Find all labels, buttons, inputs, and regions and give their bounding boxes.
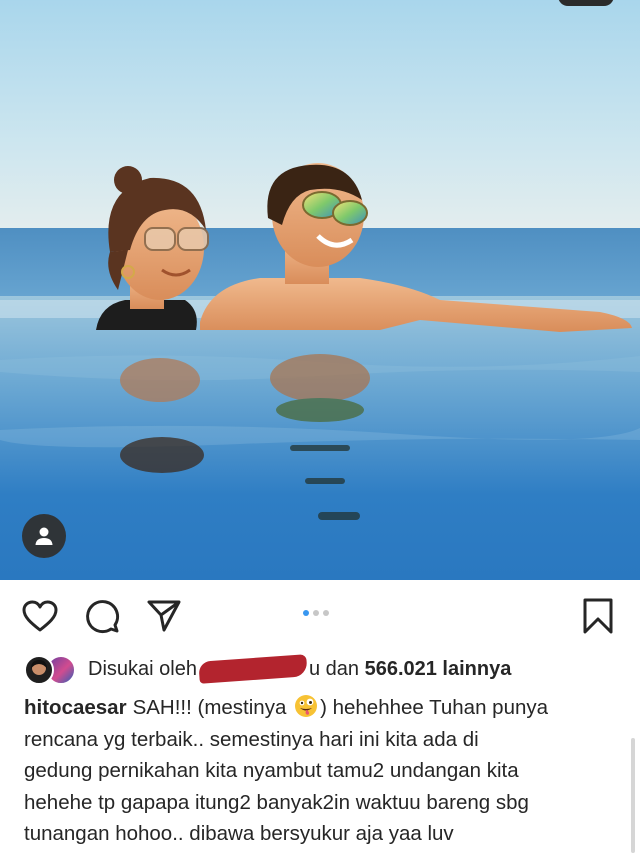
like-button[interactable] [20, 596, 60, 636]
scrollbar[interactable] [631, 738, 635, 853]
liker-name-tail: u [308, 657, 321, 680]
carousel-dot [313, 610, 319, 616]
save-button[interactable] [578, 596, 618, 636]
tag-people-icon [35, 527, 53, 545]
status-pill [558, 0, 614, 6]
likes-count[interactable]: 566.021 lainnya [365, 658, 512, 681]
send-icon [147, 600, 181, 632]
likes-summary[interactable]: Disukai oleh u dan 566.021 lainnya [24, 652, 511, 686]
caption-text: ) hehehhee Tuhan punya [320, 696, 549, 719]
caption-line: gedung pernikahan kita nyambut tamu2 und… [24, 759, 519, 783]
likes-conjunction: dan [325, 657, 360, 680]
caption-username[interactable]: hitocaesar [24, 696, 127, 719]
post-photo[interactable] [0, 0, 640, 580]
pool-couple-photo [0, 0, 640, 580]
likes-prefix: Disukai oleh [88, 657, 197, 680]
post-action-bar [0, 580, 640, 648]
redacted-username [198, 654, 308, 684]
tag-people-button[interactable] [22, 514, 66, 558]
carousel-indicator [303, 610, 329, 616]
comment-button[interactable] [82, 596, 122, 636]
caption-line: rencana yg terbaik.. semestinya hari ini… [24, 727, 479, 751]
zany-face-emoji-icon [295, 695, 318, 717]
liker-avatars [24, 654, 80, 685]
caption-line: hehehe tp gapapa itung2 banyak2in waktuu… [24, 790, 529, 814]
post-caption: hitocaesar SAH!!! (mestinya ) hehehhee Tu… [24, 692, 620, 850]
instagram-post-screen: Disukai oleh u dan 566.021 lainnya hitoc… [0, 0, 640, 853]
heart-icon [22, 600, 58, 632]
carousel-dot-active [303, 610, 309, 616]
caption-line: tunangan hohoo.. dibawa bersyukur aja ya… [24, 822, 454, 846]
bookmark-icon [583, 598, 613, 634]
caption-line: hitocaesar SAH!!! (mestinya ) hehehhee Tu… [24, 692, 620, 724]
caption-text: SAH!!! (mestinya [132, 696, 293, 719]
avatar [24, 655, 54, 685]
share-button[interactable] [144, 596, 184, 636]
carousel-dot [323, 610, 329, 616]
comment-icon [86, 600, 120, 634]
